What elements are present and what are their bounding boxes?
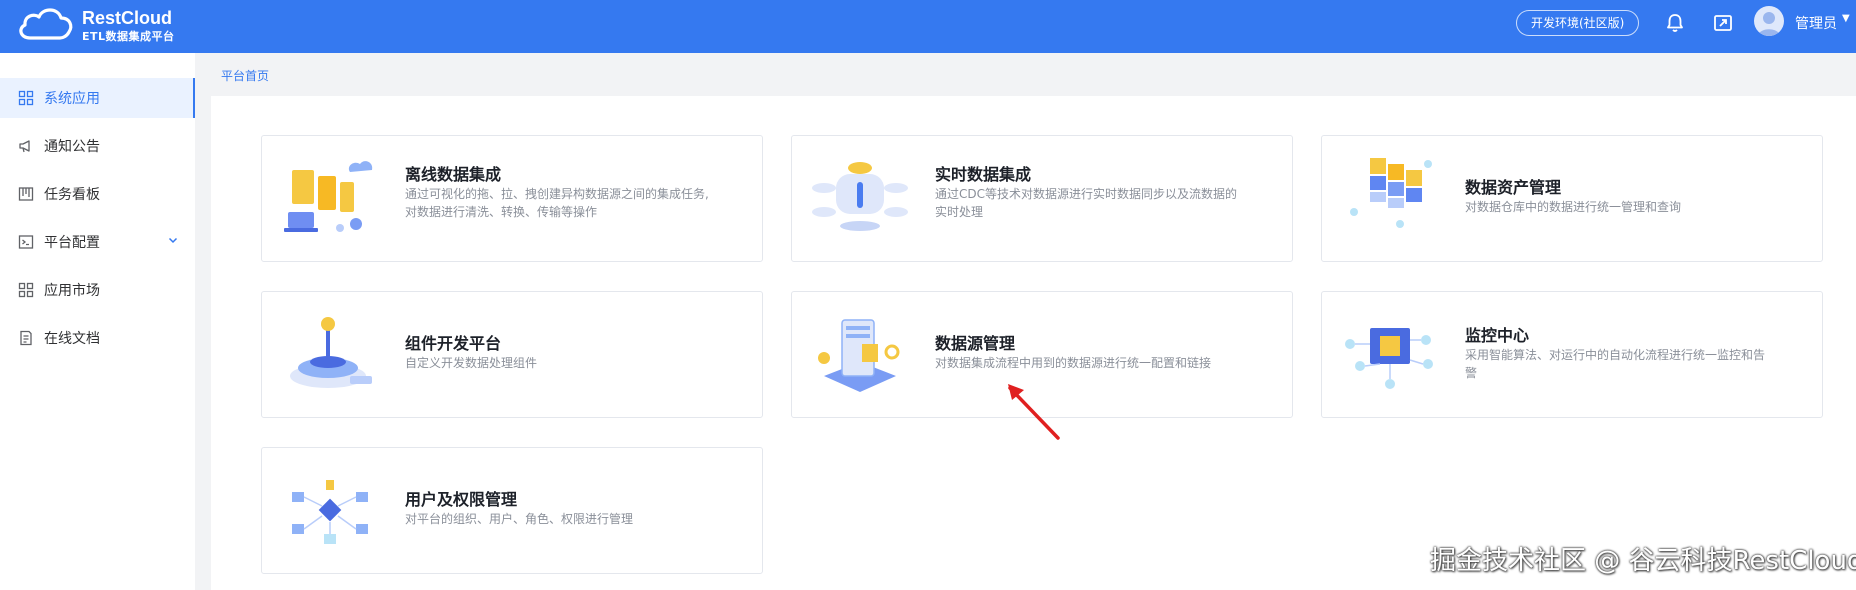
exit-icon[interactable] (1712, 12, 1734, 34)
etl-illustration-icon (284, 161, 373, 232)
datasource-server-icon (818, 319, 900, 392)
monitor-network-icon (1345, 328, 1433, 389)
sidebar-item-task-board[interactable]: 任务看板 (0, 174, 195, 214)
card-description: 通过可视化的拖、拉、拽创建异构数据源之间的集成任务,对数据进行清洗、转换、传输等… (405, 187, 709, 219)
card-data-assets[interactable]: 数据资产管理 对数据仓库中的数据进行统一管理和查询 (1321, 135, 1823, 262)
card-title: 组件开发平台 (405, 334, 502, 353)
chevron-down-icon[interactable] (168, 235, 178, 245)
card-description: 采用智能算法、对运行中的自动化流程进行统一监控和告警 (1465, 348, 1766, 380)
card-offline-integration[interactable]: 离线数据集成 通过可视化的拖、拉、拽创建异构数据源之间的集成任务,对数据进行清洗… (261, 135, 763, 262)
card-user-permissions[interactable]: 用户及权限管理 对平台的组织、用户、角色、权限进行管理 (261, 447, 763, 574)
terminal-icon (18, 235, 34, 249)
permission-network-icon (292, 480, 368, 544)
card-title: 实时数据集成 (935, 165, 1032, 184)
sidebar-item-online-docs[interactable]: 在线文档 (0, 318, 195, 358)
watermark: 掘金技术社区 @ 谷云科技RestCloud (1430, 546, 1856, 576)
sidebar: 系统应用 通知公告 任务看板 平台配置 应用市场 在线文档 (0, 53, 195, 590)
card-title: 用户及权限管理 (405, 490, 518, 509)
card-description: 对数据集成流程中用到的数据源进行统一配置和链接 (935, 356, 1212, 370)
user-name[interactable]: 管理员 (1795, 13, 1837, 33)
user-avatar-icon (1758, 12, 1780, 36)
sidebar-item-label: 平台配置 (44, 235, 100, 251)
card-description: 自定义开发数据处理组件 (405, 356, 538, 370)
breadcrumb[interactable]: 平台首页 (221, 67, 269, 84)
card-title: 监控中心 (1465, 326, 1530, 345)
sidebar-item-label: 系统应用 (44, 91, 100, 107)
card-monitoring-center[interactable]: 监控中心 采用智能算法、对运行中的自动化流程进行统一监控和告警 (1321, 291, 1823, 418)
data-blocks-icon (1350, 158, 1432, 228)
logo[interactable]: RestCloud ETL数据集成平台 (16, 4, 186, 50)
sidebar-item-platform-config[interactable]: 平台配置 (0, 222, 195, 262)
sidebar-item-app-market[interactable]: 应用市场 (0, 270, 195, 310)
card-description: 通过CDC等技术对数据源进行实时数据同步以及流数据的实时处理 (935, 187, 1238, 219)
sidebar-item-system-apps[interactable]: 系统应用 (0, 78, 195, 118)
card-description: 对平台的组织、用户、角色、权限进行管理 (405, 512, 634, 526)
board-icon (18, 187, 34, 201)
sidebar-item-label: 应用市场 (44, 283, 100, 299)
grid-icon (18, 282, 34, 298)
brand-name: RestCloud (82, 8, 172, 28)
card-title: 数据资产管理 (1465, 178, 1562, 197)
document-icon (20, 330, 32, 346)
card-title: 离线数据集成 (405, 165, 502, 184)
caret-down-icon[interactable]: ▼ (1842, 13, 1850, 24)
brand-subtitle: ETL数据集成平台 (82, 30, 175, 43)
sidebar-item-notices[interactable]: 通知公告 (0, 126, 195, 166)
environment-button[interactable]: 开发环境(社区版) (1516, 10, 1640, 36)
annotation-arrow-icon (1008, 384, 1060, 440)
sidebar-item-label: 任务看板 (44, 187, 100, 203)
bell-icon[interactable] (1664, 12, 1686, 34)
top-bar: RestCloud ETL数据集成平台 开发环境(社区版) 管理员 ▼ (0, 0, 1856, 53)
card-title: 数据源管理 (935, 334, 1016, 353)
avatar[interactable] (1754, 6, 1784, 36)
cloud-logo-icon (19, 8, 73, 40)
card-component-dev[interactable]: 组件开发平台 自定义开发数据处理组件 (261, 291, 763, 418)
sidebar-item-label: 通知公告 (44, 139, 100, 155)
grid-icon (18, 90, 34, 106)
card-realtime-integration[interactable]: 实时数据集成 通过CDC等技术对数据源进行实时数据同步以及流数据的实时处理 (791, 135, 1293, 262)
realtime-server-icon (812, 162, 908, 231)
joystick-platform-icon (290, 317, 372, 388)
megaphone-icon (19, 140, 30, 153)
card-description: 对数据仓库中的数据进行统一管理和查询 (1465, 200, 1682, 214)
main-content: 离线数据集成 通过可视化的拖、拉、拽创建异构数据源之间的集成任务,对数据进行清洗… (211, 96, 1856, 590)
sidebar-item-label: 在线文档 (44, 331, 100, 347)
